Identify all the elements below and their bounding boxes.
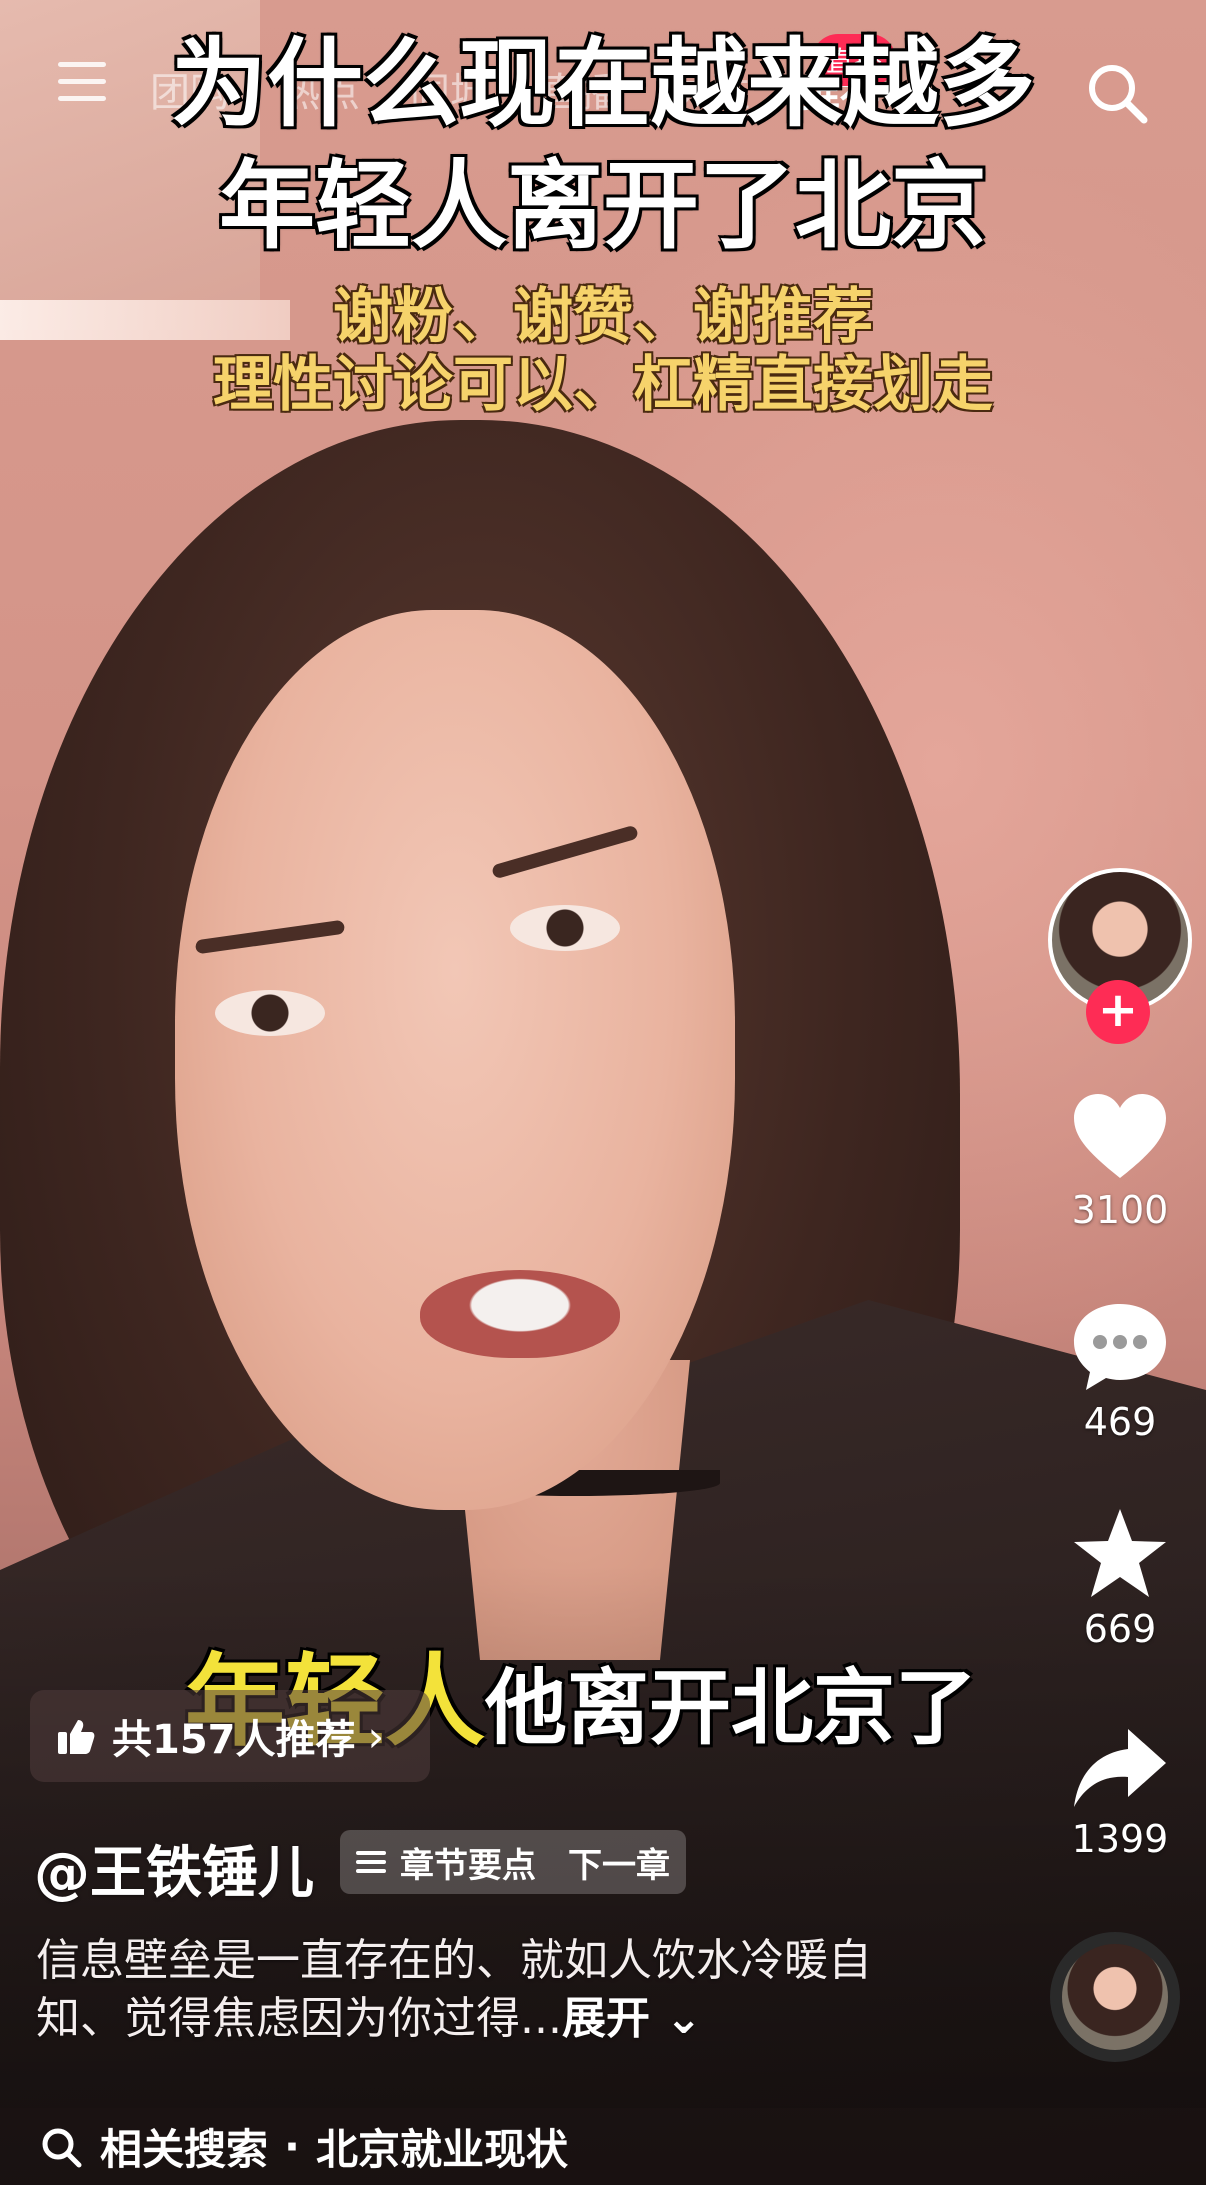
share-icon — [1074, 1729, 1166, 1807]
caption-rest: 他离开北京了 — [485, 1661, 978, 1756]
recommend-count-text: 共157人推荐 — [112, 1717, 356, 1763]
share-button[interactable]: 1399 — [1060, 1725, 1180, 1861]
chapter-pill[interactable]: 章节要点 下一章 — [340, 1830, 686, 1894]
video-title-line2: 年轻人离开了北京 — [219, 150, 987, 262]
author-handle[interactable]: @王铁锤儿 — [34, 1828, 314, 1909]
video-title-line1: 为什么现在越来越多 — [171, 28, 1035, 140]
related-search-bar[interactable]: 相关搜索 · 北京就业现状 — [0, 2108, 1206, 2185]
separator-dot: · — [284, 2122, 300, 2171]
description-text: 信息壁垒是一直存在的、就如人饮水冷暖自知、觉得焦虑因为你过得... — [36, 1935, 872, 2044]
follow-button[interactable]: + — [1086, 980, 1150, 1044]
video-description: 信息壁垒是一直存在的、就如人饮水冷暖自知、觉得焦虑因为你过得...展开 ⌄ — [36, 1932, 936, 2048]
chapter-highlights-label: 章节要点 — [400, 1845, 536, 1886]
heart-icon — [1074, 1094, 1166, 1178]
expand-button[interactable]: 展开 — [562, 1993, 650, 2044]
chevron-down-icon: ⌄ — [649, 1993, 703, 2044]
share-count: 1399 — [1071, 1817, 1169, 1861]
favorite-count: 669 — [1083, 1607, 1157, 1651]
comment-icon — [1074, 1304, 1166, 1390]
chevron-right-icon: › — [367, 1711, 385, 1761]
favorite-button[interactable]: 669 — [1060, 1505, 1180, 1651]
related-search-label: 相关搜索 — [100, 2125, 269, 2174]
recommend-pill[interactable]: 共157人推荐 › — [30, 1690, 430, 1782]
like-button[interactable]: 3100 — [1060, 1090, 1180, 1232]
list-icon — [356, 1846, 386, 1878]
right-eye — [510, 905, 620, 951]
star-icon — [1074, 1509, 1166, 1597]
left-eye — [215, 990, 325, 1036]
person-face — [175, 610, 735, 1510]
related-search-query[interactable]: 北京就业现状 — [316, 2116, 568, 2177]
comment-count: 469 — [1083, 1400, 1157, 1444]
person-mouth — [420, 1270, 620, 1358]
thumbs-up-icon — [58, 1720, 95, 1754]
video-subtitle-line2: 理性讨论可以、杠精直接划走 — [213, 350, 993, 420]
comment-button[interactable]: 469 — [1060, 1298, 1180, 1444]
like-count: 3100 — [1071, 1188, 1169, 1232]
music-disc-avatar[interactable] — [1050, 1932, 1180, 2062]
next-chapter-button[interactable]: 下一章 — [568, 1838, 670, 1887]
search-icon — [42, 2128, 82, 2167]
